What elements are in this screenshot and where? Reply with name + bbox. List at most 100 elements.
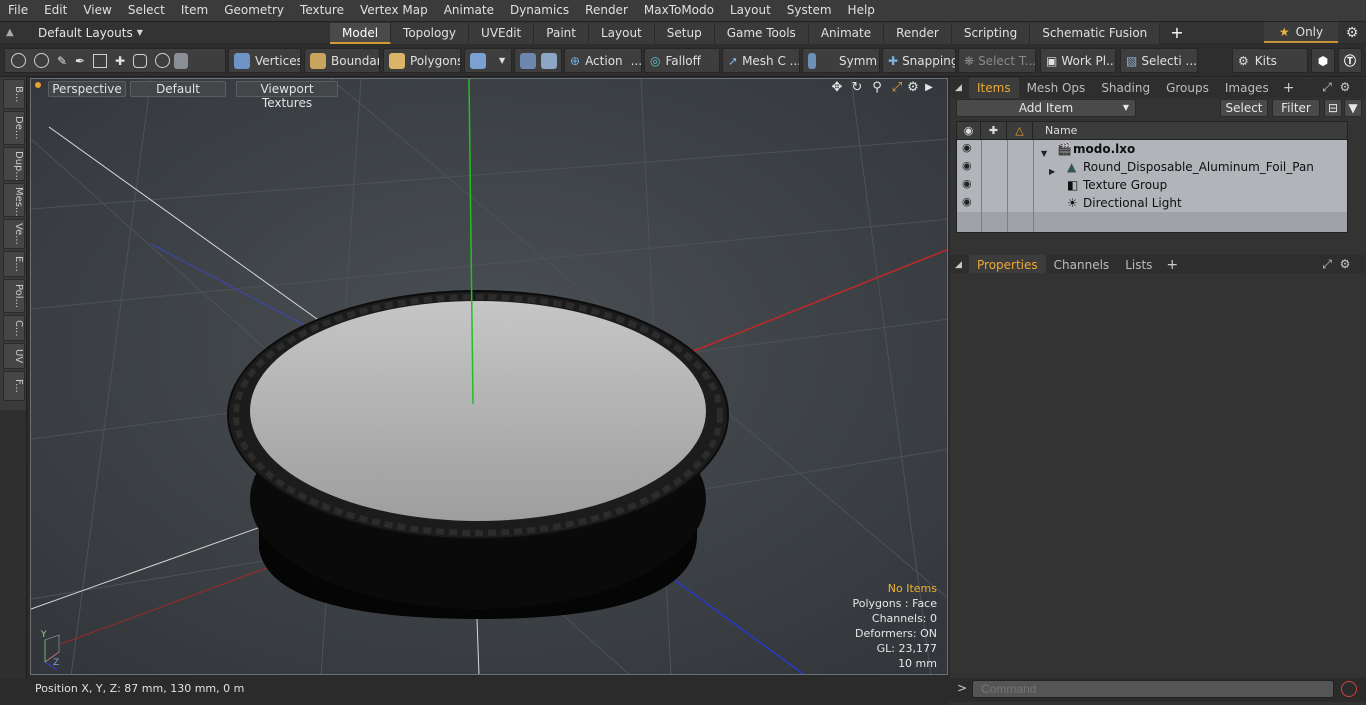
left-tab-curve[interactable]: C... [3, 315, 25, 341]
tab-animate[interactable]: Animate [808, 22, 885, 44]
viewport-menu-arrow-icon[interactable]: ▶ [921, 80, 937, 96]
pen-icon[interactable]: ✎ [53, 54, 71, 68]
menu-edit[interactable]: Edit [36, 0, 75, 21]
kits-button[interactable]: ⚙ Kits [1232, 48, 1308, 73]
menu-system[interactable]: System [779, 0, 840, 21]
list-item-mesh[interactable]: ◉ ▶ ▲ Round_Disposable_Aluminum_Foil_Pan [957, 158, 1347, 176]
funnel-icon[interactable]: ▼ [1344, 99, 1362, 117]
only-button[interactable]: ★ Only [1264, 22, 1338, 43]
tab-channels[interactable]: Channels [1046, 255, 1118, 275]
eye-icon[interactable]: ◉ [962, 142, 974, 154]
expand-panel-icon[interactable]: ⤢ [1320, 80, 1334, 94]
viewport-dot-icon[interactable] [35, 82, 41, 88]
tab-model[interactable]: Model [330, 22, 392, 44]
add-tab-icon[interactable]: + [1277, 80, 1301, 96]
layout-selector[interactable]: ▲ Default Layouts ▼ [0, 22, 330, 44]
menu-select[interactable]: Select [120, 0, 173, 21]
aluminum-pan-mesh[interactable] [227, 290, 729, 619]
menu-geometry[interactable]: Geometry [216, 0, 292, 21]
select-through-button[interactable]: ❋ Select T... [958, 48, 1036, 73]
list-item-light[interactable]: ◉ ☀ Directional Light [957, 194, 1347, 212]
add-tab-icon[interactable]: + [1160, 257, 1184, 273]
left-tab-uv[interactable]: UV [3, 343, 25, 369]
tab-uvedit[interactable]: UVEdit [469, 22, 535, 44]
tab-groups[interactable]: Groups [1158, 78, 1217, 98]
vertices-button[interactable]: Vertices [228, 48, 301, 73]
snapping-button[interactable]: ✚ Snapping [882, 48, 956, 73]
cube-icon[interactable] [174, 52, 188, 69]
menu-view[interactable]: View [75, 0, 119, 21]
view-mode-button[interactable]: Perspective [48, 81, 126, 97]
orbit-icon[interactable]: ↻ [849, 80, 865, 96]
command-input[interactable] [972, 680, 1334, 698]
add-tab-icon[interactable]: + [1160, 22, 1193, 44]
item-mode-dropdown[interactable]: ▼ [464, 48, 512, 73]
eye-icon[interactable]: ◉ [962, 160, 974, 172]
menu-layout[interactable]: Layout [722, 0, 779, 21]
menu-help[interactable]: Help [840, 0, 883, 21]
tab-lists[interactable]: Lists [1117, 255, 1160, 275]
menu-file[interactable]: File [0, 0, 36, 21]
left-tab-deform[interactable]: De... [3, 111, 25, 145]
tab-topology[interactable]: Topology [391, 22, 470, 44]
tab-game-tools[interactable]: Game Tools [714, 22, 809, 44]
left-tab-basic[interactable]: B... [3, 79, 25, 109]
list-item-texture-group[interactable]: ◉ ◧ Texture Group [957, 176, 1347, 194]
unreal-button[interactable]: Ⓣ [1338, 48, 1362, 73]
menu-item[interactable]: Item [173, 0, 216, 21]
list-item-scene[interactable]: ◉ ▼ 🎬 modo.lxo [957, 140, 1347, 158]
tab-mesh-ops[interactable]: Mesh Ops [1019, 78, 1094, 98]
gear-icon[interactable]: ⚙ [1344, 25, 1360, 41]
viewport-settings-icon[interactable]: ⚙ [905, 80, 921, 96]
3d-viewport[interactable]: Y Z No Items Polygons : Face Channels: 0… [30, 78, 948, 675]
zoom-icon[interactable]: ⚲ [869, 80, 885, 96]
expand-panel-icon[interactable]: ⤢ [1320, 257, 1334, 271]
visibility-column-icon[interactable]: ◉ [957, 122, 981, 140]
panel-settings-icon[interactable]: ⚙ [1338, 80, 1352, 94]
record-icon[interactable] [1341, 681, 1357, 697]
select-button[interactable]: Select [1220, 99, 1268, 117]
boundary-button[interactable]: Boundary [304, 48, 380, 73]
viewport-textures-button[interactable]: Viewport Textures [236, 81, 338, 110]
shading-mode-button[interactable]: Default [130, 81, 226, 97]
left-tab-mesh-edit[interactable]: Mes... [3, 183, 25, 217]
pan-icon[interactable]: ✥ [829, 80, 845, 96]
brush-icon[interactable]: ✒ [71, 54, 89, 68]
collapse-all-icon[interactable]: ⊟ [1324, 99, 1342, 117]
add-item-button[interactable]: Add Item ▼ [956, 99, 1136, 117]
globe-icon[interactable] [34, 53, 49, 68]
shield-alt-icon[interactable] [541, 52, 557, 69]
panel-settings-icon[interactable]: ⚙ [1338, 257, 1352, 271]
rotate-box-icon[interactable] [133, 53, 147, 68]
tab-layout[interactable]: Layout [588, 22, 655, 44]
unity-button[interactable]: ⬢ [1311, 48, 1335, 73]
stack-icon[interactable] [93, 53, 107, 68]
tab-schematic-fusion[interactable]: Schematic Fusion [1030, 22, 1161, 44]
left-tab-polygon[interactable]: Pol... [3, 279, 25, 313]
menu-animate[interactable]: Animate [436, 0, 502, 21]
tab-images[interactable]: Images [1217, 78, 1277, 98]
eye-icon[interactable]: ◉ [962, 196, 974, 208]
polygons-button[interactable]: Polygons [383, 48, 461, 73]
menu-dynamics[interactable]: Dynamics [502, 0, 577, 21]
ring-icon[interactable] [155, 53, 170, 68]
tab-items[interactable]: Items [969, 78, 1019, 98]
falloff-button[interactable]: ◎ Falloff [644, 48, 720, 73]
left-tab-fusion[interactable]: F... [3, 371, 25, 401]
name-column-header[interactable]: Name [1033, 122, 1347, 140]
menu-vertex-map[interactable]: Vertex Map [352, 0, 436, 21]
circle-select-icon[interactable] [11, 53, 26, 68]
move-icon[interactable]: ✚ [111, 54, 129, 68]
menu-maxtomodo[interactable]: MaxToModo [636, 0, 722, 21]
shield-icon[interactable] [520, 52, 536, 69]
panel-collapse-icon[interactable]: ◢ [955, 83, 969, 93]
tab-scripting[interactable]: Scripting [951, 22, 1031, 44]
work-plane-button[interactable]: ▣ Work Pl... [1040, 48, 1116, 73]
tab-shading[interactable]: Shading [1093, 78, 1158, 98]
tab-properties[interactable]: Properties [969, 255, 1046, 275]
eye-icon[interactable]: ◉ [962, 178, 974, 190]
tab-paint[interactable]: Paint [534, 22, 589, 44]
tab-render[interactable]: Render [884, 22, 952, 44]
left-tab-vertex[interactable]: Ve... [3, 219, 25, 249]
action-button[interactable]: ⊕ Action ... [564, 48, 642, 73]
